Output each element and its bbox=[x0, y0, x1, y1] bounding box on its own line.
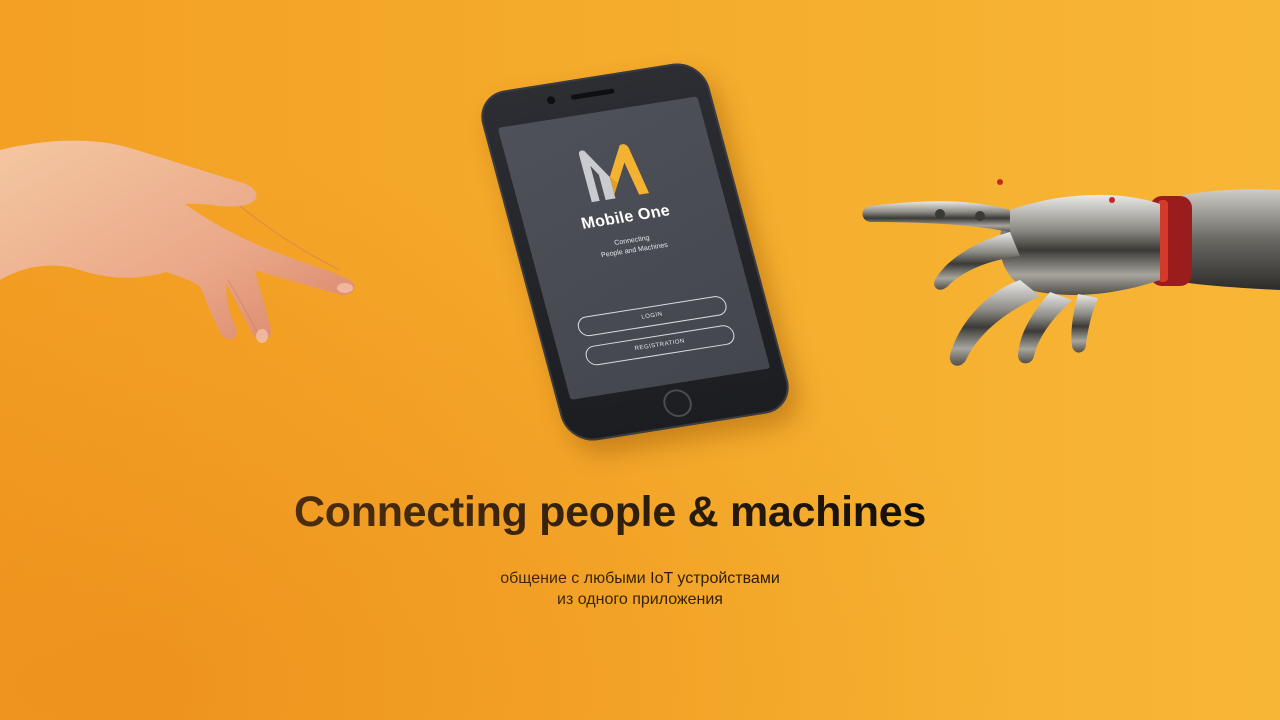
headline: Connecting people & machines bbox=[294, 488, 926, 536]
subheadline-line-2: из одного приложения bbox=[557, 591, 723, 608]
subheadline: общение с любыми IoT устройствами из одн… bbox=[0, 568, 1280, 610]
phone-speaker bbox=[570, 88, 616, 101]
slide: Mobile One Connecting People and Machine… bbox=[0, 0, 1280, 720]
phone-camera bbox=[546, 95, 557, 105]
phone-mockup: Mobile One Connecting People and Machine… bbox=[474, 59, 796, 445]
home-button bbox=[660, 387, 696, 419]
phone-screen: Mobile One Connecting People and Machine… bbox=[497, 96, 771, 400]
robot-hand-image bbox=[862, 179, 1280, 366]
human-hand-image bbox=[0, 140, 355, 343]
mobile-one-logo-icon bbox=[579, 144, 650, 203]
app-name: Mobile One bbox=[579, 202, 673, 233]
app-tagline: Connecting People and Machines bbox=[598, 231, 670, 261]
subheadline-line-1: общение с любыми IoT устройствами bbox=[500, 570, 780, 587]
